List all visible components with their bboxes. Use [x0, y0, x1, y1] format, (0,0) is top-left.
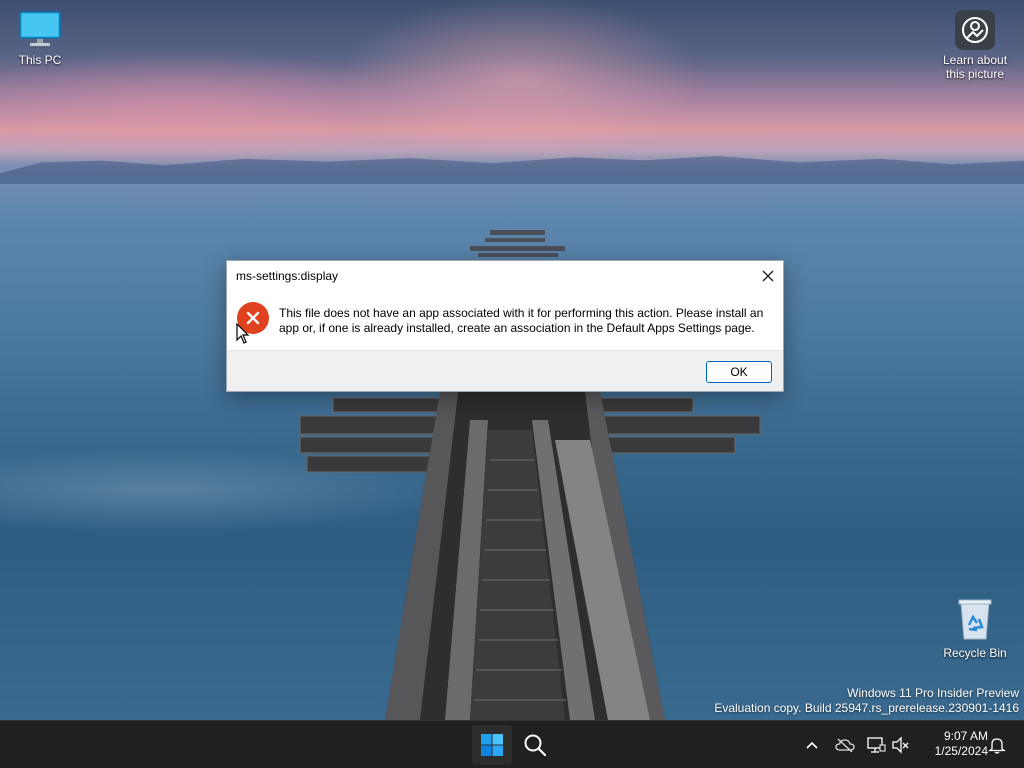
desktop-icon-label: Learn about this picture [942, 53, 1008, 81]
dialog-message: This file does not have an app associate… [279, 306, 764, 335]
volume-muted-icon [892, 736, 909, 754]
dialog-footer: OK [227, 350, 783, 391]
watermark-line-2: Evaluation copy. Build 25947.rs_prerelea… [714, 701, 1019, 715]
desktop-icon-label: Recycle Bin [943, 646, 1007, 660]
error-dialog: ms-settings:display This file does not h… [226, 260, 784, 392]
clock-time: 9:07 AM [943, 729, 988, 743]
onedrive-tray-button[interactable] [833, 733, 857, 757]
notifications-button[interactable] [985, 733, 1009, 757]
network-icon [867, 737, 886, 753]
close-icon [762, 270, 774, 282]
desktop-icon-recycle-bin[interactable]: Recycle Bin [935, 597, 1015, 660]
recycle-bin-icon [958, 599, 992, 640]
taskbar: 9:07 AM 1/25/2024 [0, 720, 1024, 768]
dialog-title: ms-settings:display [236, 269, 339, 283]
bell-icon [988, 738, 1006, 754]
monitor-icon [19, 11, 61, 46]
ok-button[interactable]: OK [706, 361, 772, 383]
search-button[interactable] [515, 725, 555, 765]
volume-tray-button[interactable] [889, 733, 913, 757]
start-button[interactable] [472, 725, 512, 765]
dialog-body: This file does not have an app associate… [227, 291, 783, 351]
watermark-line-1: Windows 11 Pro Insider Preview [847, 686, 1019, 700]
chevron-up-icon [806, 741, 818, 749]
desktop-icon-learn-about-picture[interactable]: Learn about this picture [935, 10, 1015, 81]
clock-date: 1/25/2024 [934, 744, 988, 758]
windows-start-icon [481, 734, 503, 756]
desktop-icon-this-pc[interactable]: This PC [0, 10, 80, 67]
show-hidden-icons-button[interactable] [800, 733, 824, 757]
camera-info-icon [962, 17, 988, 43]
taskbar-clock[interactable]: 9:07 AM 1/25/2024 [918, 729, 988, 759]
windows-watermark: Windows 11 Pro Insider Preview Evaluatio… [714, 686, 1019, 716]
mouse-cursor-icon [236, 323, 250, 344]
desktop-icon-label: This PC [18, 53, 62, 67]
onedrive-offline-icon [835, 738, 855, 753]
dialog-close-button[interactable] [757, 265, 779, 287]
search-icon [524, 734, 547, 757]
network-tray-button[interactable] [864, 733, 888, 757]
